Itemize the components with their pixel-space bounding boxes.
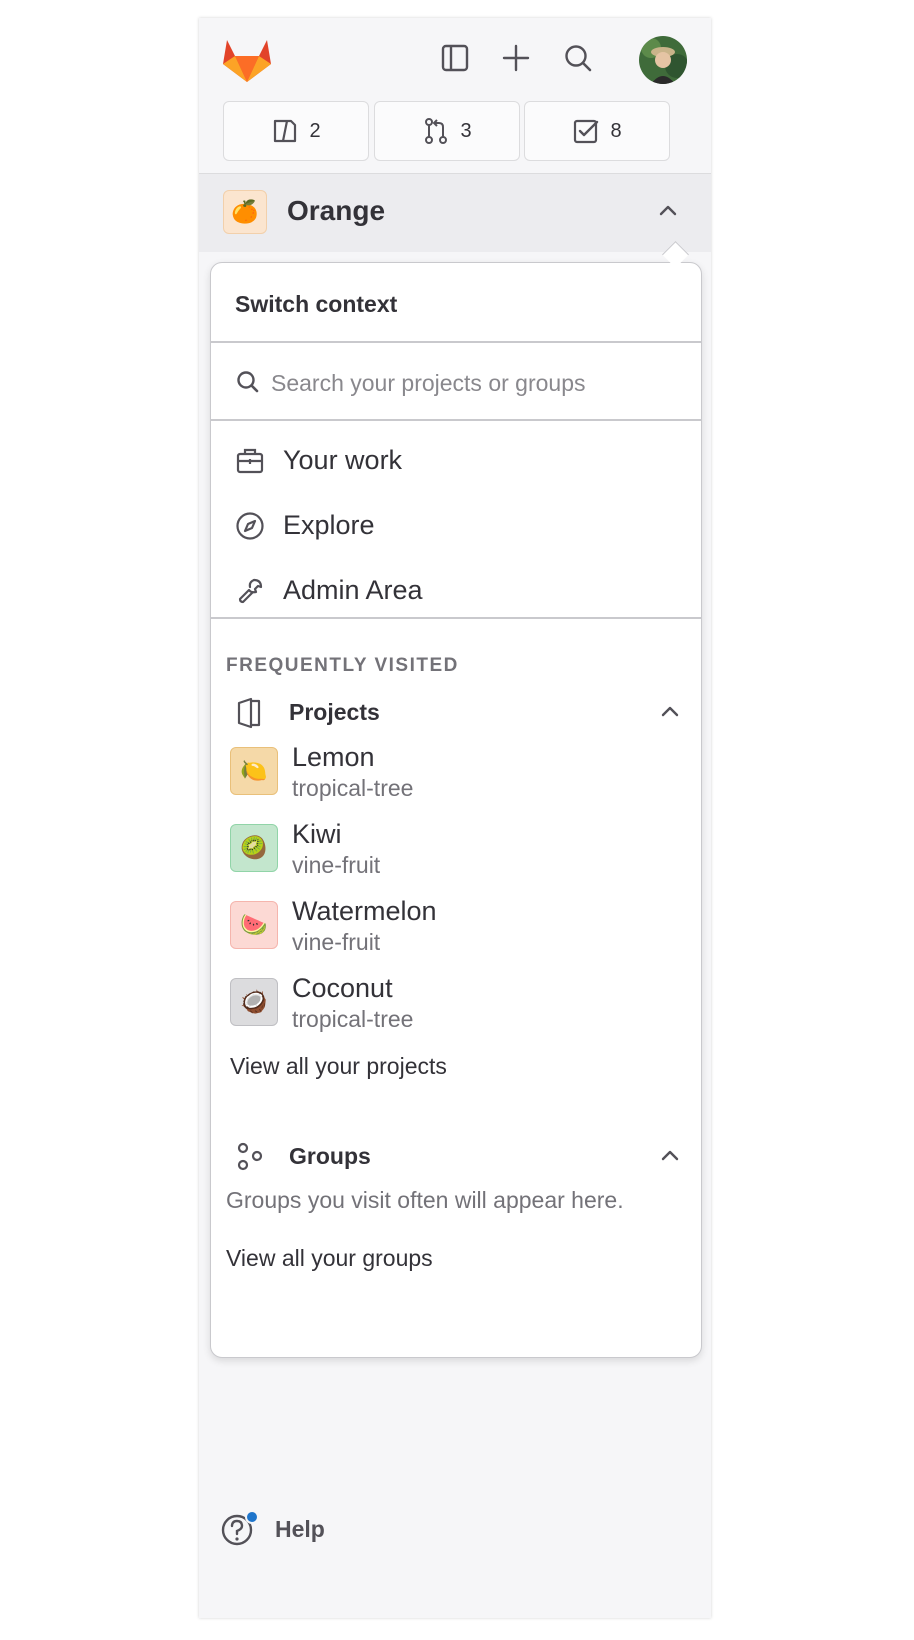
merge-requests-count: 3 [460,119,472,142]
nav-admin-area-label: Admin Area [283,575,423,605]
search-row[interactable] [211,343,701,423]
context-title: Orange [287,195,386,226]
project-avatar: 🍉 [230,901,278,949]
divider [211,419,701,421]
project-name: Coconut [292,973,393,1003]
kiwi-emoji-icon: 🥝 [240,835,268,860]
plus-icon[interactable] [496,38,536,78]
orange-emoji-icon: 🍊 [231,199,259,224]
project-icon [237,697,261,729]
group-icon [237,1142,263,1171]
project-name: Lemon [292,742,375,772]
todos-count: 8 [610,119,622,142]
project-namespace: tropical-tree [292,1006,414,1032]
nav-your-work-label: Your work [283,445,403,475]
project-avatar: 🍋 [230,747,278,795]
project-namespace: vine-fruit [292,852,381,878]
wrench-icon [238,578,263,604]
groups-empty-text: Groups you visit often will appear here. [226,1187,624,1213]
help-label: Help [275,1516,325,1542]
issues-count: 2 [309,119,321,142]
nav-explore-label: Explore [283,510,375,540]
frequently-visited-label: FREQUENTLY VISITED [226,655,459,676]
project-avatar: 🥥 [230,978,278,1026]
chevron-up-icon [661,1150,679,1161]
todos-counter[interactable]: 8 [524,101,670,161]
notification-dot [245,1510,259,1524]
context-avatar: 🍊 [223,190,267,234]
lemon-emoji-icon: 🍋 [240,758,268,783]
merge-request-icon [425,118,448,144]
context-switcher-panel: Switch context Your work Explore Admin A… [210,262,702,1358]
top-bar [199,18,711,92]
groups-section-title: Groups [289,1143,371,1169]
project-item-lemon[interactable]: 🍋 Lemon tropical-tree [211,739,701,815]
nav-admin-area[interactable]: Admin Area [211,559,701,621]
gitlab-logo-icon[interactable] [221,36,273,84]
view-all-groups-link[interactable]: View all your groups [226,1245,433,1272]
project-item-kiwi[interactable]: 🥝 Kiwi vine-fruit [211,816,701,892]
search-icon [235,369,261,400]
counters: 2 3 8 [223,101,687,163]
divider [211,617,701,619]
view-all-projects-link[interactable]: View all your projects [230,1053,447,1080]
issues-icon [274,119,297,143]
nav-explore[interactable]: Explore [211,494,701,556]
coconut-emoji-icon: 🥥 [240,989,268,1014]
watermelon-emoji-icon: 🍉 [240,912,268,937]
chevron-up-icon [661,706,679,717]
search-input[interactable] [271,363,671,403]
issues-counter[interactable]: 2 [223,101,369,161]
search-icon[interactable] [558,38,598,78]
groups-section-toggle[interactable]: Groups [211,1131,701,1181]
project-name: Kiwi [292,819,342,849]
user-avatar[interactable] [639,36,687,84]
projects-section-title: Projects [289,699,380,725]
project-name: Watermelon [292,896,437,926]
context-switcher-toggle[interactable]: 🍊 Orange [199,173,711,252]
project-item-coconut[interactable]: 🥥 Coconut tropical-tree [211,970,701,1046]
project-namespace: tropical-tree [292,775,414,801]
todo-icon [574,119,599,144]
project-avatar: 🥝 [230,824,278,872]
compass-icon [236,512,264,540]
project-namespace: vine-fruit [292,929,381,955]
briefcase-icon [236,448,264,474]
projects-section-toggle[interactable]: Projects [211,687,701,737]
merge-requests-counter[interactable]: 3 [374,101,520,161]
sidebar-toggle-icon[interactable] [435,38,475,78]
chevron-up-icon [657,200,679,227]
panel-header: Switch context [235,291,398,317]
help-button[interactable]: Help [219,1508,419,1554]
project-item-watermelon[interactable]: 🍉 Watermelon vine-fruit [211,893,701,969]
nav-your-work[interactable]: Your work [211,429,701,491]
